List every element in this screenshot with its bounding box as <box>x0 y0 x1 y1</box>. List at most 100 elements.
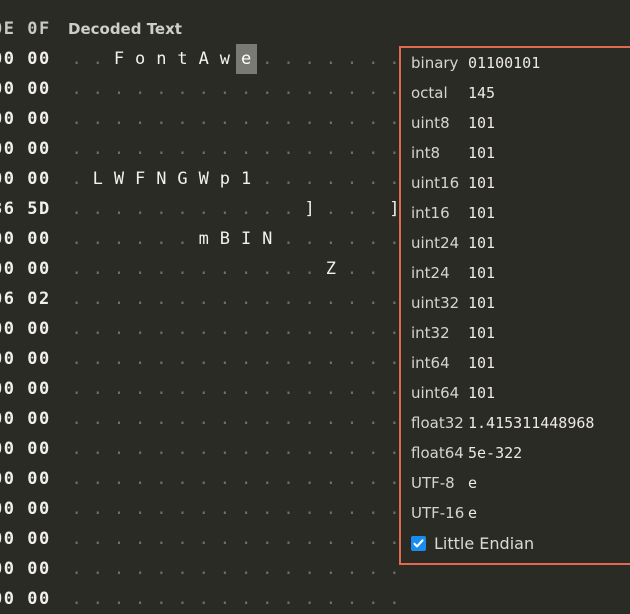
decoded-char[interactable]: . <box>299 104 320 134</box>
decoded-char[interactable]: F <box>108 44 129 74</box>
inspector-value[interactable]: 101 <box>468 234 495 252</box>
inspector-row[interactable]: UTF-8 e <box>401 468 630 498</box>
decoded-char[interactable]: . <box>257 524 278 554</box>
decoded-char[interactable]: . <box>278 164 299 194</box>
decoded-char[interactable]: . <box>130 434 151 464</box>
decoded-char[interactable]: . <box>151 464 172 494</box>
decoded-char[interactable]: . <box>341 224 362 254</box>
decoded-text-cells[interactable]: ................ <box>66 404 405 434</box>
decoded-char[interactable]: . <box>130 194 151 224</box>
decoded-char[interactable]: . <box>257 404 278 434</box>
decoded-char[interactable]: . <box>108 104 129 134</box>
inspector-value[interactable]: 101 <box>468 264 495 282</box>
decoded-char[interactable]: . <box>151 254 172 284</box>
decoded-char[interactable]: . <box>214 434 235 464</box>
decoded-char[interactable]: . <box>151 134 172 164</box>
decoded-char[interactable]: . <box>66 434 87 464</box>
decoded-char[interactable]: . <box>363 554 384 584</box>
decoded-char[interactable]: . <box>151 404 172 434</box>
decoded-char[interactable]: . <box>108 194 129 224</box>
decoded-char[interactable]: . <box>66 554 87 584</box>
decoded-char[interactable]: . <box>341 104 362 134</box>
decoded-char[interactable]: . <box>341 404 362 434</box>
inspector-value[interactable]: 101 <box>468 174 495 192</box>
decoded-text-cells[interactable]: ................ <box>66 374 405 404</box>
decoded-char[interactable]: . <box>193 554 214 584</box>
hex-byte-cells[interactable]: 00 00 <box>0 139 60 159</box>
decoded-char[interactable]: . <box>278 494 299 524</box>
hex-byte-cells[interactable]: 36 5D <box>0 199 60 219</box>
decoded-char[interactable]: W <box>193 164 214 194</box>
decoded-char[interactable]: . <box>172 554 193 584</box>
decoded-char[interactable]: . <box>320 164 341 194</box>
decoded-char[interactable]: . <box>151 344 172 374</box>
inspector-row[interactable]: uint16 101 <box>401 168 630 198</box>
decoded-char[interactable]: . <box>214 344 235 374</box>
decoded-char[interactable]: w <box>214 44 235 74</box>
decoded-char[interactable]: . <box>341 464 362 494</box>
decoded-char[interactable]: . <box>130 104 151 134</box>
decoded-char[interactable]: . <box>214 104 235 134</box>
decoded-text-cells[interactable]: ......mBIN...... <box>66 224 405 254</box>
decoded-char[interactable]: . <box>341 584 362 614</box>
decoded-char[interactable]: . <box>87 554 108 584</box>
hex-byte-cells[interactable]: 00 00 <box>0 469 60 489</box>
decoded-char[interactable]: N <box>257 224 278 254</box>
decoded-char[interactable]: . <box>193 194 214 224</box>
decoded-char[interactable]: . <box>320 284 341 314</box>
decoded-char[interactable]: A <box>193 44 214 74</box>
decoded-text-cells[interactable]: ................ <box>66 434 405 464</box>
decoded-char[interactable]: Z <box>320 254 341 284</box>
decoded-char[interactable]: . <box>320 104 341 134</box>
decoded-char[interactable]: p <box>214 164 235 194</box>
decoded-text-cells[interactable]: ................ <box>66 134 405 164</box>
decoded-char[interactable]: . <box>66 494 87 524</box>
decoded-char[interactable]: . <box>341 254 362 284</box>
decoded-char[interactable]: . <box>236 464 257 494</box>
decoded-char[interactable]: . <box>214 494 235 524</box>
decoded-char[interactable]: . <box>151 554 172 584</box>
decoded-char[interactable]: . <box>236 404 257 434</box>
decoded-char[interactable]: . <box>193 374 214 404</box>
decoded-char[interactable]: . <box>299 134 320 164</box>
decoded-char[interactable]: . <box>320 194 341 224</box>
decoded-char[interactable]: . <box>278 554 299 584</box>
decoded-char[interactable]: . <box>87 494 108 524</box>
decoded-char[interactable]: . <box>299 374 320 404</box>
decoded-char[interactable]: . <box>108 554 129 584</box>
decoded-char[interactable]: . <box>363 494 384 524</box>
decoded-char[interactable]: . <box>257 464 278 494</box>
decoded-char[interactable]: . <box>108 524 129 554</box>
decoded-char[interactable]: . <box>278 254 299 284</box>
decoded-text-cells[interactable]: ................ <box>66 554 405 584</box>
decoded-char[interactable]: . <box>66 524 87 554</box>
decoded-char[interactable]: . <box>193 434 214 464</box>
decoded-char[interactable]: . <box>236 254 257 284</box>
hex-byte-cells[interactable]: 00 00 <box>0 169 60 189</box>
decoded-char[interactable]: . <box>341 494 362 524</box>
decoded-text-cells[interactable]: .LWFNGWp1....... <box>66 164 405 194</box>
decoded-char[interactable]: t <box>172 44 193 74</box>
decoded-char[interactable]: . <box>257 164 278 194</box>
decoded-char[interactable]: . <box>341 344 362 374</box>
decoded-char[interactable]: . <box>363 104 384 134</box>
hex-byte-cells[interactable]: 00 00 <box>0 529 60 549</box>
decoded-char[interactable]: . <box>236 284 257 314</box>
hex-row[interactable]: 00 00................ <box>0 584 630 614</box>
decoded-char[interactable]: . <box>87 314 108 344</box>
decoded-char[interactable]: . <box>320 434 341 464</box>
decoded-text-cells[interactable]: ................ <box>66 524 405 554</box>
inspector-value[interactable]: 101 <box>468 114 495 132</box>
decoded-char[interactable]: . <box>151 374 172 404</box>
decoded-char[interactable]: . <box>151 284 172 314</box>
decoded-char[interactable]: . <box>341 194 362 224</box>
decoded-char[interactable]: . <box>87 344 108 374</box>
decoded-char[interactable]: . <box>66 314 87 344</box>
decoded-char[interactable]: . <box>214 464 235 494</box>
decoded-char[interactable]: . <box>130 314 151 344</box>
decoded-char[interactable]: . <box>320 404 341 434</box>
inspector-row[interactable]: int16 101 <box>401 198 630 228</box>
decoded-char[interactable]: . <box>257 104 278 134</box>
decoded-char[interactable]: . <box>108 134 129 164</box>
decoded-char[interactable]: . <box>363 434 384 464</box>
